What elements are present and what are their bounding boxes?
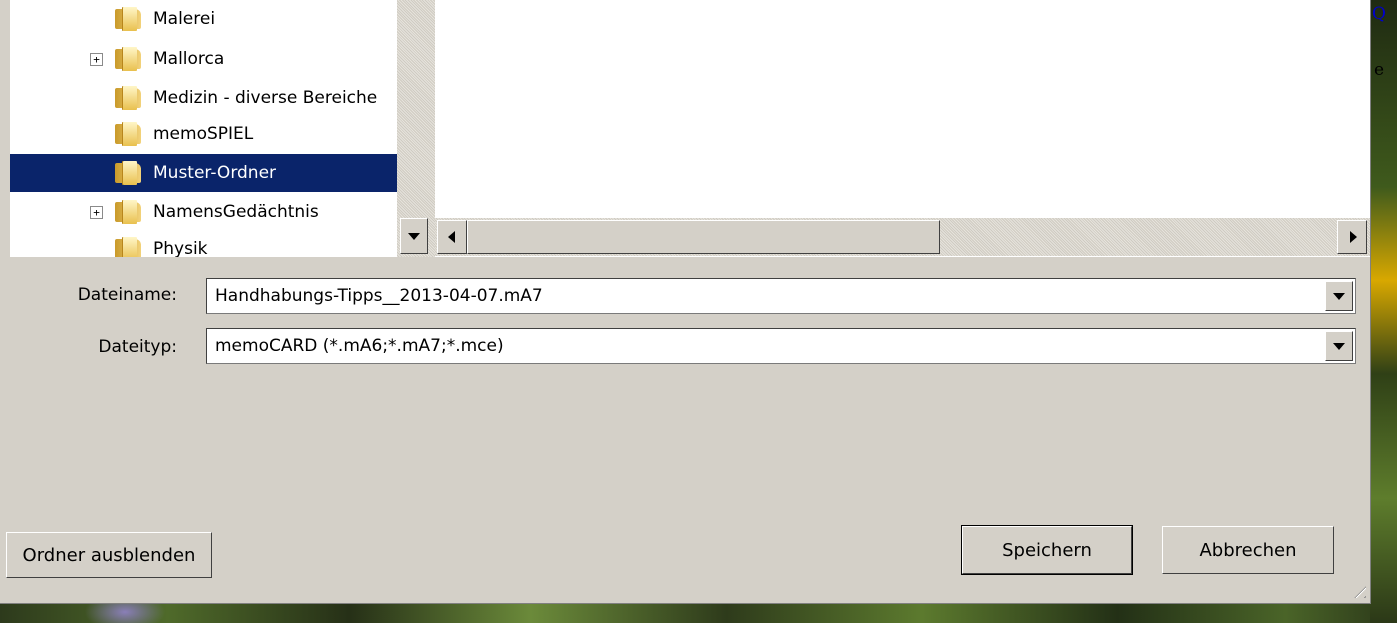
background-window-text: Q: [1372, 4, 1386, 24]
chevron-down-icon: [1333, 293, 1345, 300]
tree-item-label: NamensGedächtnis: [153, 202, 319, 222]
expand-plus-icon[interactable]: +: [90, 52, 103, 66]
filetype-select[interactable]: memoCARD (*.mA6;*.mA7;*.mce): [206, 328, 1356, 364]
tree-item-physik[interactable]: Physik: [10, 230, 397, 257]
tree-item-label: Muster-Ordner: [153, 163, 277, 183]
tree-scroll-down-button[interactable]: [400, 218, 428, 254]
tree-item-label: Malerei: [153, 9, 216, 29]
expand-plus-icon[interactable]: +: [90, 205, 103, 219]
horizontal-scroll-thumb[interactable]: [467, 220, 940, 254]
tree-item-muster-ordner[interactable]: Muster-Ordner: [10, 154, 397, 192]
tree-item-medizin[interactable]: Medizin - diverse Bereiche: [10, 79, 397, 117]
scroll-left-button[interactable]: [437, 220, 467, 254]
desktop-background-edge: [1370, 0, 1397, 623]
tree-item-malerei[interactable]: Malerei: [10, 0, 397, 38]
filename-label: Dateiname:: [77, 285, 177, 305]
background-window-text: e: [1374, 60, 1385, 80]
tree-item-label: Mallorca: [153, 49, 225, 69]
arrow-left-icon: [448, 231, 455, 243]
folder-icon: [115, 86, 145, 110]
filename-combobox[interactable]: Handhabungs-Tipps__2013-04-07.mA7: [206, 278, 1356, 314]
arrow-right-icon: [1350, 231, 1357, 243]
filetype-label: Dateityp:: [98, 337, 177, 357]
save-dialog: Malerei + Mallorca Medizin - diverse Ber…: [0, 0, 1371, 604]
folder-icon: [115, 161, 145, 185]
tree-item-label: Physik: [153, 239, 208, 257]
tree-item-label: Medizin - diverse Bereiche: [153, 88, 378, 108]
filename-input[interactable]: Handhabungs-Tipps__2013-04-07.mA7: [215, 286, 543, 306]
scroll-right-button[interactable]: [1337, 220, 1367, 254]
tree-item-memospiel[interactable]: memoSPIEL: [10, 115, 397, 153]
file-list-horizontal-scrollbar[interactable]: [435, 218, 1370, 256]
hide-folders-button[interactable]: Ordner ausblenden: [6, 532, 212, 578]
filename-dropdown-button[interactable]: [1325, 281, 1353, 311]
folder-tree[interactable]: Malerei + Mallorca Medizin - diverse Ber…: [10, 0, 397, 257]
folder-icon: [115, 200, 145, 224]
folder-icon: [115, 237, 145, 257]
tree-item-namensgedaechtnis[interactable]: + NamensGedächtnis: [10, 193, 397, 231]
tree-item-mallorca[interactable]: + Mallorca: [10, 40, 397, 78]
filetype-value: memoCARD (*.mA6;*.mA7;*.mce): [215, 336, 504, 356]
folder-icon: [115, 7, 145, 31]
save-button[interactable]: Speichern: [961, 525, 1133, 575]
tree-item-label: memoSPIEL: [153, 124, 254, 144]
resize-grip[interactable]: [1348, 580, 1366, 598]
folder-icon: [115, 122, 145, 146]
cancel-button[interactable]: Abbrechen: [1162, 526, 1334, 574]
arrow-down-icon: [408, 233, 420, 240]
folder-icon: [115, 47, 145, 71]
chevron-down-icon: [1333, 343, 1345, 350]
filetype-dropdown-button[interactable]: [1325, 331, 1353, 361]
